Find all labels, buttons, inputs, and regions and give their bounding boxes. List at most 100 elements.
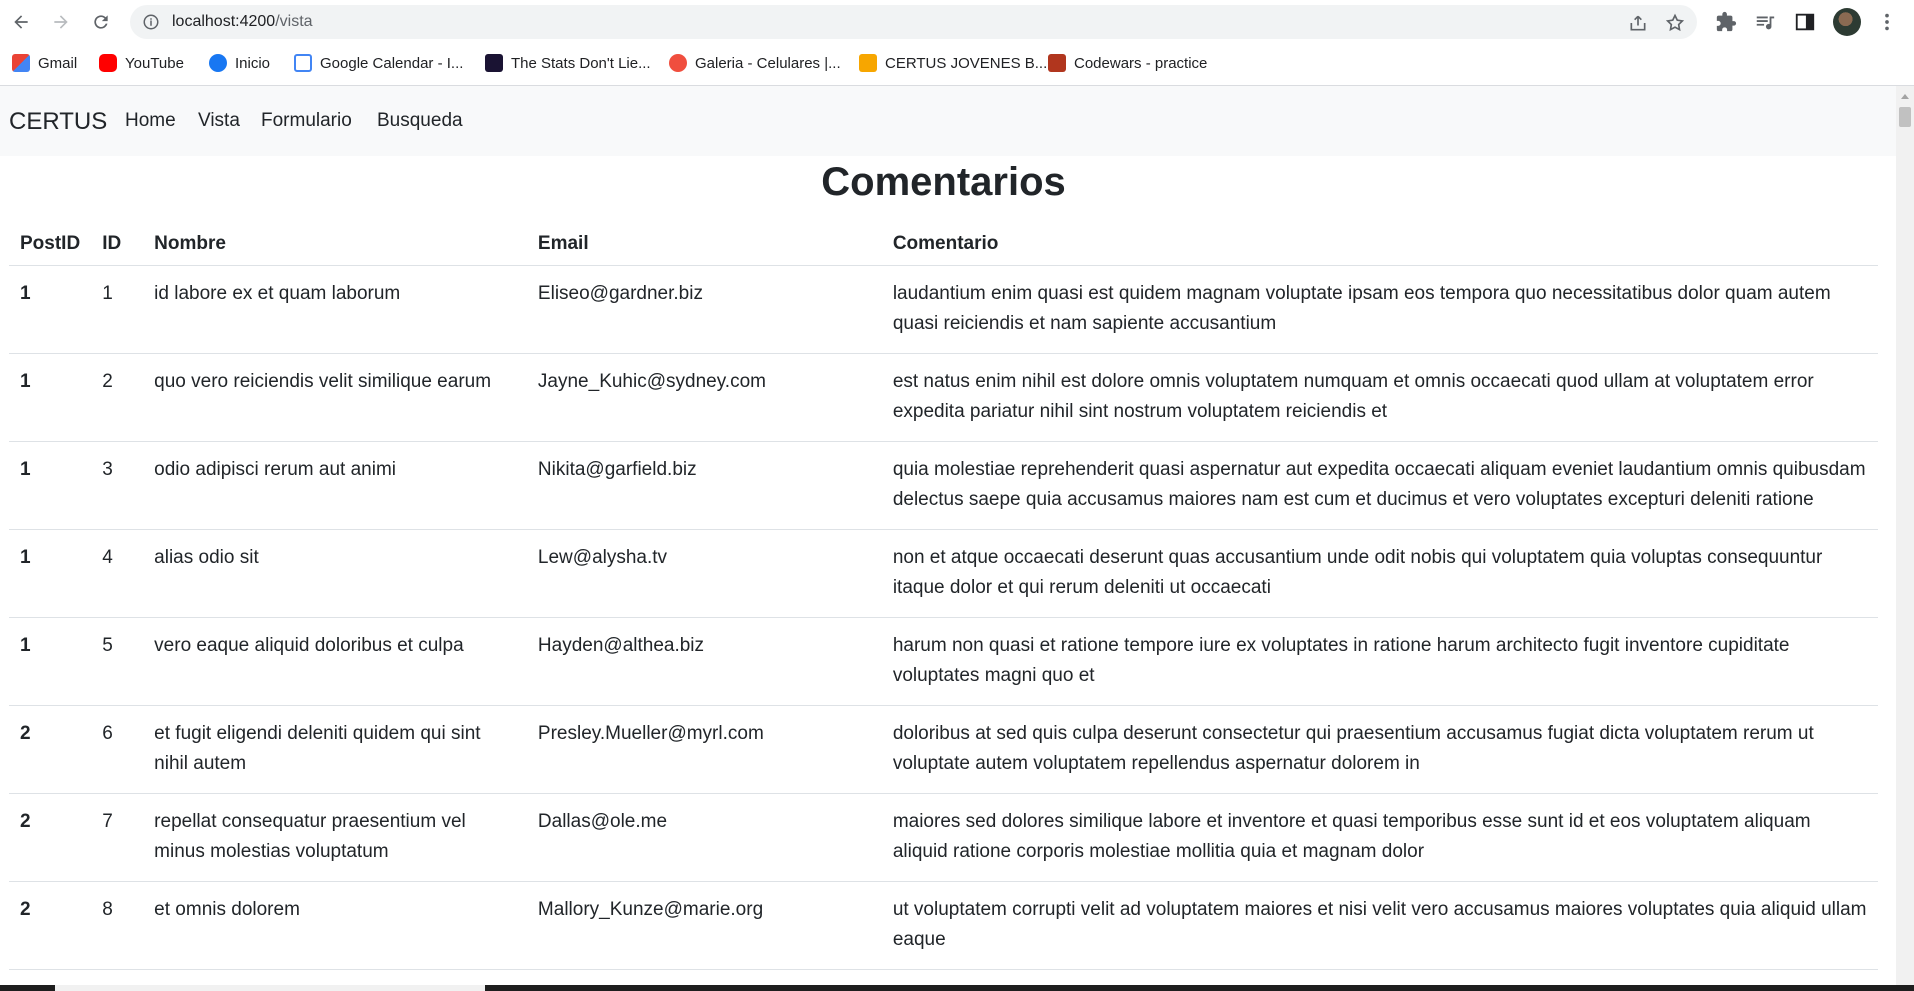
- cell-email: Lew@alysha.tv: [526, 529, 882, 618]
- bookmark-calendar[interactable]: Google Calendar - I...: [294, 53, 463, 73]
- cell-comentario: ut voluptatem corrupti velit ad voluptat…: [881, 881, 1878, 970]
- cell-id: 5: [91, 617, 144, 706]
- bookmark-label: The Stats Don't Lie...: [511, 54, 651, 72]
- vertical-scrollbar[interactable]: [1896, 86, 1914, 991]
- table-row: 1 4 alias odio sit Lew@alysha.tv non et …: [9, 529, 1878, 618]
- bookmark-youtube[interactable]: YouTube: [99, 53, 184, 73]
- table-row: 1 5 vero eaque aliquid doloribus et culp…: [9, 617, 1878, 706]
- info-icon[interactable]: [142, 13, 160, 31]
- taskbar-segment: [55, 985, 485, 991]
- cell-email: Eliseo@gardner.biz: [526, 265, 882, 354]
- taskbar-strip: [0, 985, 1914, 991]
- youtube-icon: [99, 54, 117, 72]
- page-title: Comentarios: [821, 160, 1066, 204]
- table-row: 1 1 id labore ex et quam laborum Eliseo@…: [9, 265, 1878, 354]
- cell-id: 1: [91, 265, 144, 354]
- profile-avatar[interactable]: [1833, 8, 1861, 36]
- cell-postid: 1: [9, 529, 92, 618]
- bookmark-certus[interactable]: CERTUS JOVENES B...: [859, 53, 1047, 73]
- table-row: 2 7 repellat consequatur praesentium vel…: [9, 793, 1878, 882]
- nav-link-formulario[interactable]: Formulario: [261, 110, 352, 132]
- calendar-icon: [294, 54, 312, 72]
- cell-postid: 2: [9, 881, 92, 970]
- cell-comentario: non et atque occaecati deserunt quas acc…: [881, 529, 1878, 618]
- bookmark-stats[interactable]: The Stats Don't Lie...: [485, 53, 651, 73]
- galeria-icon: [669, 54, 687, 72]
- comments-table: PostID ID Nombre Email Comentario 1 1 id…: [9, 219, 1878, 991]
- cell-nombre: et omnis dolorem: [143, 881, 527, 970]
- menu-kebab-icon[interactable]: [1876, 11, 1898, 33]
- cell-comentario: quia molestiae reprehenderit quasi asper…: [881, 441, 1878, 530]
- cell-email: Mallory_Kunze@marie.org: [526, 881, 882, 970]
- bookmark-label: YouTube: [125, 54, 184, 72]
- side-panel-icon[interactable]: [1794, 11, 1816, 33]
- nav-link-home[interactable]: Home: [125, 110, 176, 132]
- browser-toolbar: localhost:4200/vista: [0, 0, 1914, 44]
- address-url: localhost:4200/vista: [172, 13, 313, 31]
- nav-link-busqueda[interactable]: Busqueda: [377, 110, 463, 132]
- url-path: /vista: [275, 13, 313, 30]
- cell-postid: 1: [9, 441, 92, 530]
- cell-id: 6: [91, 705, 144, 794]
- cell-id: 2: [91, 353, 144, 442]
- cell-postid: 1: [9, 265, 92, 354]
- stats-icon: [485, 54, 503, 72]
- nav-link-vista[interactable]: Vista: [198, 110, 240, 132]
- cell-nombre: vero eaque aliquid doloribus et culpa: [143, 617, 527, 706]
- cell-postid: 1: [9, 353, 92, 442]
- cell-postid: 2: [9, 793, 92, 882]
- url-host: localhost:4200: [172, 13, 276, 30]
- cell-id: 4: [91, 529, 144, 618]
- column-header-postid: PostID: [9, 219, 92, 266]
- column-header-id: ID: [91, 219, 144, 266]
- cell-email: Hayden@althea.biz: [526, 617, 882, 706]
- cell-nombre: id labore ex et quam laborum: [143, 265, 527, 354]
- cell-email: Dallas@ole.me: [526, 793, 882, 882]
- bookmark-label: Gmail: [38, 54, 78, 72]
- forward-button[interactable]: [45, 6, 77, 38]
- certus-icon: [859, 54, 877, 72]
- cell-comentario: maiores sed dolores similique labore et …: [881, 793, 1878, 882]
- cell-nombre: odio adipisci rerum aut animi: [143, 441, 527, 530]
- cell-comentario: harum non quasi et ratione tempore iure …: [881, 617, 1878, 706]
- reload-button[interactable]: [85, 6, 117, 38]
- navbar-brand[interactable]: CERTUS: [9, 108, 107, 136]
- cell-id: 3: [91, 441, 144, 530]
- media-queue-icon[interactable]: [1754, 11, 1776, 33]
- page-viewport: CERTUS Home Vista Formulario Busqueda Co…: [0, 86, 1896, 991]
- bookmarks-bar: Gmail YouTube Inicio Google Calendar - I…: [0, 44, 1914, 82]
- scroll-up-arrow-icon[interactable]: [1901, 94, 1909, 99]
- share-icon[interactable]: [1628, 13, 1648, 33]
- cell-comentario: est natus enim nihil est dolore omnis vo…: [881, 353, 1878, 442]
- bookmark-galeria[interactable]: Galeria - Celulares |...: [669, 53, 841, 73]
- cell-comentario: doloribus at sed quis culpa deserunt con…: [881, 705, 1878, 794]
- cell-nombre: repellat consequatur praesentium vel min…: [143, 793, 527, 882]
- extensions-icon[interactable]: [1715, 11, 1737, 33]
- bookmark-label: Codewars - practice: [1074, 54, 1208, 72]
- cell-id: 8: [91, 881, 144, 970]
- bookmark-label: Galeria - Celulares |...: [695, 54, 841, 72]
- back-button[interactable]: [5, 6, 37, 38]
- bookmark-gmail[interactable]: Gmail: [12, 53, 77, 73]
- table-row: 2 6 et fugit eligendi deleniti quidem qu…: [9, 705, 1878, 794]
- address-bar[interactable]: localhost:4200/vista: [130, 5, 1697, 39]
- column-header-comentario: Comentario: [881, 219, 1878, 266]
- cell-email: Nikita@garfield.biz: [526, 441, 882, 530]
- star-icon[interactable]: [1665, 13, 1685, 33]
- bookmark-label: CERTUS JOVENES B...: [885, 54, 1048, 72]
- table-row: 1 2 quo vero reiciendis velit similique …: [9, 353, 1878, 442]
- table-row: 1 3 odio adipisci rerum aut animi Nikita…: [9, 441, 1878, 530]
- bookmark-label: Google Calendar - I...: [320, 54, 464, 72]
- scrollbar-thumb[interactable]: [1899, 107, 1911, 127]
- bookmark-inicio[interactable]: Inicio: [209, 53, 270, 73]
- column-header-email: Email: [526, 219, 882, 266]
- bookmark-codewars[interactable]: Codewars - practice: [1048, 53, 1207, 73]
- reload-icon: [94, 15, 108, 29]
- gmail-icon: [12, 54, 30, 72]
- cell-email: Jayne_Kuhic@sydney.com: [526, 353, 882, 442]
- table-body: 1 1 id labore ex et quam laborum Eliseo@…: [9, 265, 1878, 991]
- codewars-icon: [1048, 54, 1066, 72]
- cell-id: 7: [91, 793, 144, 882]
- cell-nombre: et fugit eligendi deleniti quidem qui si…: [143, 705, 527, 794]
- column-header-nombre: Nombre: [143, 219, 527, 266]
